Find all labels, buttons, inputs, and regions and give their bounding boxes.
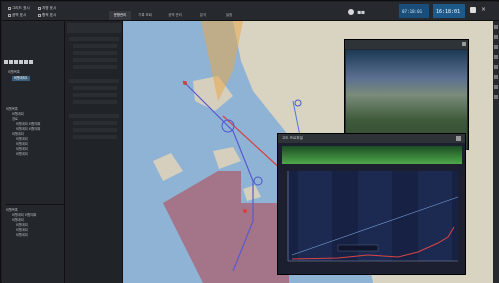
filter-icon[interactable]: [29, 60, 33, 64]
refresh-icon[interactable]: [24, 60, 28, 64]
tool-icon[interactable]: [494, 55, 498, 59]
detail-row[interactable]: [73, 121, 117, 125]
clock-1: 07:18:01: [402, 9, 423, 14]
tab-analysis[interactable]: 분석: [193, 11, 213, 20]
layer-toggle-3[interactable]: 공역 표시: [8, 13, 26, 17]
tree-group-b: 비행목록 비행계획 비행계획 비행계획 비행계획 비행계획 비행계획: [6, 204, 64, 264]
sidebar: 비행목록 비행계획1 비행목록 비행계획 경로 비행계획 비행계획 비행계획 비…: [2, 21, 65, 283]
tool-icon[interactable]: [494, 75, 498, 79]
tab-history[interactable]: 기록 조회: [133, 11, 157, 20]
tool-icon[interactable]: [494, 85, 498, 89]
tab-settings[interactable]: 설정: [219, 11, 239, 20]
delete-icon[interactable]: [14, 60, 18, 64]
settings-icon[interactable]: [470, 7, 476, 13]
profile-window[interactable]: 고도 프로파일: [277, 133, 466, 275]
user-icon: [348, 9, 354, 15]
detail-panel: [65, 21, 123, 283]
aircraft-marker[interactable]: [243, 209, 247, 213]
clock-box-1: 07:18:01: [399, 4, 429, 18]
detail-row[interactable]: [73, 58, 117, 62]
profile-terrain-strip: [282, 146, 462, 164]
view3d-close-icon[interactable]: [462, 42, 466, 46]
close-icon[interactable]: ×: [481, 7, 487, 13]
detail-row[interactable]: [73, 51, 117, 55]
detail-row[interactable]: [73, 93, 117, 97]
detail-row[interactable]: [73, 44, 117, 48]
tool-icon[interactable]: [494, 25, 498, 29]
detail-header: [67, 23, 121, 33]
right-toolbar: [493, 21, 499, 283]
aircraft-marker[interactable]: [183, 81, 187, 85]
detail-list: [69, 37, 121, 277]
tool-icon[interactable]: [494, 45, 498, 49]
profile-close-icon[interactable]: [456, 136, 461, 141]
tab-airspace[interactable]: 공역 관리: [163, 11, 187, 20]
layer-toggle-2[interactable]: 지명 표시: [38, 6, 56, 10]
status-area: ■■: [348, 7, 396, 16]
detail-row[interactable]: [73, 135, 117, 139]
sidebar-toolbar: [4, 60, 64, 65]
tool-icon[interactable]: [494, 35, 498, 39]
add-icon[interactable]: [4, 60, 8, 64]
profile-band: [298, 171, 332, 261]
profile-chart: [287, 171, 459, 262]
clock-box-2: 16:18:01: [433, 4, 465, 18]
tool-icon[interactable]: [494, 65, 498, 69]
save-icon[interactable]: [19, 60, 23, 64]
profile-titlebar: 고도 프로파일: [278, 134, 465, 143]
detail-row[interactable]: [73, 65, 117, 69]
tab-ops[interactable]: 운항관리: [109, 11, 131, 20]
layer-toggle-4[interactable]: 항적 표시: [38, 13, 56, 17]
tree-item[interactable]: 비행계획: [16, 233, 28, 238]
status-text: ■■: [357, 9, 365, 15]
profile-title: 고도 프로파일: [282, 136, 303, 140]
detail-row[interactable]: [73, 100, 117, 104]
detail-row[interactable]: [69, 79, 119, 83]
map-view[interactable]: 고도 프로파일: [123, 21, 493, 283]
sidebar-section-title: 비행목록: [8, 70, 20, 74]
detail-row[interactable]: [69, 114, 119, 118]
profile-band: [418, 171, 452, 261]
top-toolbar: 그리드 표시 지명 표시 공역 표시 항적 표시 운항관리 기록 조회 공역 관…: [2, 2, 499, 21]
view3d-titlebar: [345, 40, 468, 49]
tool-icon[interactable]: [494, 95, 498, 99]
sidebar-item-1[interactable]: 비행계획1: [12, 76, 30, 81]
edit-icon[interactable]: [9, 60, 13, 64]
app-window: 그리드 표시 지명 표시 공역 표시 항적 표시 운항관리 기록 조회 공역 관…: [0, 0, 499, 283]
detail-row[interactable]: [73, 86, 117, 90]
detail-row[interactable]: [73, 128, 117, 132]
tree-group-a: 비행목록 비행계획 경로 비행계획 비행계획 비행계획 비행계획 비행계획 비행…: [6, 107, 64, 197]
profile-legend: [337, 244, 379, 252]
detail-row[interactable]: [69, 37, 119, 41]
layer-toggle-1[interactable]: 그리드 표시: [8, 6, 30, 10]
clock-2: 16:18:01: [436, 9, 461, 15]
tree-item[interactable]: 비행계획: [16, 152, 28, 157]
